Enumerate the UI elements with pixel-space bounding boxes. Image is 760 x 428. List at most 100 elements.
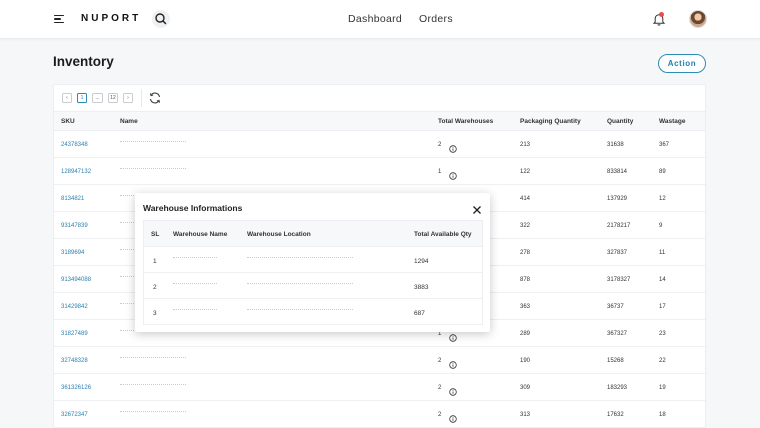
quantity-value: 833814 bbox=[607, 169, 628, 175]
warehouse-modal: Warehouse Informations SL Warehouse Name… bbox=[135, 193, 490, 332]
quantity-value: 31638 bbox=[607, 142, 624, 148]
quantity-value: 3178327 bbox=[607, 277, 631, 283]
table-header: SKU Name Total Warehouses Packaging Quan… bbox=[54, 111, 705, 131]
action-button[interactable]: Action bbox=[658, 54, 706, 73]
table-row[interactable]: 32672347 2 313 17632 18 bbox=[54, 401, 705, 428]
product-name-placeholder bbox=[120, 384, 186, 387]
wastage-value: 19 bbox=[659, 385, 666, 391]
warehouse-name-placeholder bbox=[173, 283, 217, 286]
nav-orders[interactable]: Orders bbox=[419, 13, 453, 25]
col-total-warehouses[interactable]: Total Warehouses bbox=[438, 118, 493, 125]
top-navbar: NUPORT Dashboard Orders bbox=[0, 0, 760, 38]
sku-link[interactable]: 31429842 bbox=[61, 304, 88, 310]
quantity-value: 137929 bbox=[607, 196, 628, 202]
sl-value: 2 bbox=[153, 284, 157, 291]
close-icon[interactable] bbox=[472, 202, 482, 214]
sku-link[interactable]: 8134821 bbox=[61, 196, 84, 202]
pager-divider bbox=[141, 89, 142, 107]
wastage-value: 367 bbox=[659, 142, 670, 148]
quantity-value: 367327 bbox=[607, 331, 628, 337]
table-row[interactable]: 32748328 2 190 15268 22 bbox=[54, 347, 705, 374]
col-total-available-qty: Total Available Qty bbox=[414, 231, 472, 238]
menu-icon[interactable] bbox=[54, 15, 64, 23]
col-name[interactable]: Name bbox=[120, 118, 138, 125]
col-quantity[interactable]: Quantity bbox=[607, 118, 633, 125]
wastage-value: 12 bbox=[659, 196, 666, 202]
warehouse-row: 3 687 bbox=[144, 299, 482, 325]
packaging-quantity-value: 309 bbox=[520, 385, 531, 391]
col-warehouse-location: Warehouse Location bbox=[247, 231, 311, 238]
wastage-value: 9 bbox=[659, 223, 663, 229]
sl-value: 3 bbox=[153, 310, 157, 317]
sku-link[interactable]: 128947132 bbox=[61, 169, 91, 175]
warehouse-location-placeholder bbox=[247, 257, 353, 260]
packaging-quantity-value: 122 bbox=[520, 169, 531, 175]
col-warehouse-name: Warehouse Name bbox=[173, 231, 228, 238]
col-sku[interactable]: SKU bbox=[61, 118, 75, 125]
sku-link[interactable]: 93147839 bbox=[61, 223, 88, 229]
modal-title: Warehouse Informations bbox=[143, 203, 243, 213]
avatar[interactable] bbox=[689, 10, 707, 28]
quantity-value: 15268 bbox=[607, 358, 624, 364]
sku-link[interactable]: 361326126 bbox=[61, 385, 91, 391]
page-title: Inventory bbox=[53, 54, 114, 69]
refresh-icon[interactable] bbox=[148, 91, 162, 105]
packaging-quantity-value: 213 bbox=[520, 142, 531, 148]
total-available-qty-value: 1294 bbox=[414, 258, 429, 265]
warehouse-row: 1 1294 bbox=[144, 247, 482, 273]
wastage-value: 17 bbox=[659, 304, 666, 310]
info-icon[interactable] bbox=[449, 410, 457, 423]
product-name-placeholder bbox=[120, 141, 186, 144]
wastage-value: 89 bbox=[659, 169, 666, 175]
product-name-placeholder bbox=[120, 168, 186, 171]
warehouse-name-placeholder bbox=[173, 309, 217, 312]
wastage-value: 23 bbox=[659, 331, 666, 337]
product-name-placeholder bbox=[120, 411, 186, 414]
warehouse-table-header: SL Warehouse Name Warehouse Location Tot… bbox=[144, 221, 482, 247]
quantity-value: 2178217 bbox=[607, 223, 631, 229]
total-warehouses-value: 2 bbox=[438, 358, 442, 364]
pager-page-last[interactable]: 12 bbox=[108, 93, 118, 103]
pagination: ‹ 1 ... 12 › bbox=[62, 93, 133, 103]
packaging-quantity-value: 414 bbox=[520, 196, 531, 202]
sku-link[interactable]: 32672347 bbox=[61, 412, 88, 418]
table-row[interactable]: 24378348 2 213 31638 367 bbox=[54, 131, 705, 158]
table-row[interactable]: 128947132 1 122 833814 89 bbox=[54, 158, 705, 185]
product-name-placeholder bbox=[120, 357, 186, 360]
brand-logo[interactable]: NUPORT bbox=[81, 13, 141, 24]
search-icon[interactable] bbox=[152, 10, 170, 28]
pager-page-current[interactable]: 1 bbox=[77, 93, 87, 103]
warehouse-location-placeholder bbox=[247, 309, 353, 312]
wastage-value: 22 bbox=[659, 358, 666, 364]
sku-link[interactable]: 32748328 bbox=[61, 358, 88, 364]
packaging-quantity-value: 878 bbox=[520, 277, 531, 283]
total-warehouses-value: 1 bbox=[438, 169, 442, 175]
packaging-quantity-value: 289 bbox=[520, 331, 531, 337]
total-available-qty-value: 687 bbox=[414, 310, 425, 317]
total-warehouses-value: 2 bbox=[438, 385, 442, 391]
nav-dashboard[interactable]: Dashboard bbox=[348, 13, 402, 25]
packaging-quantity-value: 313 bbox=[520, 412, 531, 418]
quantity-value: 183293 bbox=[607, 385, 628, 391]
warehouse-location-placeholder bbox=[247, 283, 353, 286]
info-icon[interactable] bbox=[449, 167, 457, 180]
notification-dot bbox=[659, 12, 664, 17]
wastage-value: 14 bbox=[659, 277, 666, 283]
sku-link[interactable]: 24378348 bbox=[61, 142, 88, 148]
info-icon[interactable] bbox=[449, 356, 457, 369]
total-warehouses-value: 2 bbox=[438, 142, 442, 148]
info-icon[interactable] bbox=[449, 383, 457, 396]
warehouse-table: SL Warehouse Name Warehouse Location Tot… bbox=[143, 220, 483, 325]
wastage-value: 18 bbox=[659, 412, 666, 418]
packaging-quantity-value: 190 bbox=[520, 358, 531, 364]
col-wastage[interactable]: Wastage bbox=[659, 118, 686, 125]
sku-link[interactable]: 913494088 bbox=[61, 277, 91, 283]
packaging-quantity-value: 322 bbox=[520, 223, 531, 229]
pager-next-button[interactable]: › bbox=[123, 93, 133, 103]
pager-prev-button[interactable]: ‹ bbox=[62, 93, 72, 103]
sku-link[interactable]: 31827489 bbox=[61, 331, 88, 337]
sku-link[interactable]: 3189694 bbox=[61, 250, 84, 256]
table-row[interactable]: 361326126 2 309 183293 19 bbox=[54, 374, 705, 401]
col-packaging-quantity[interactable]: Packaging Quantity bbox=[520, 118, 581, 125]
info-icon[interactable] bbox=[449, 140, 457, 153]
